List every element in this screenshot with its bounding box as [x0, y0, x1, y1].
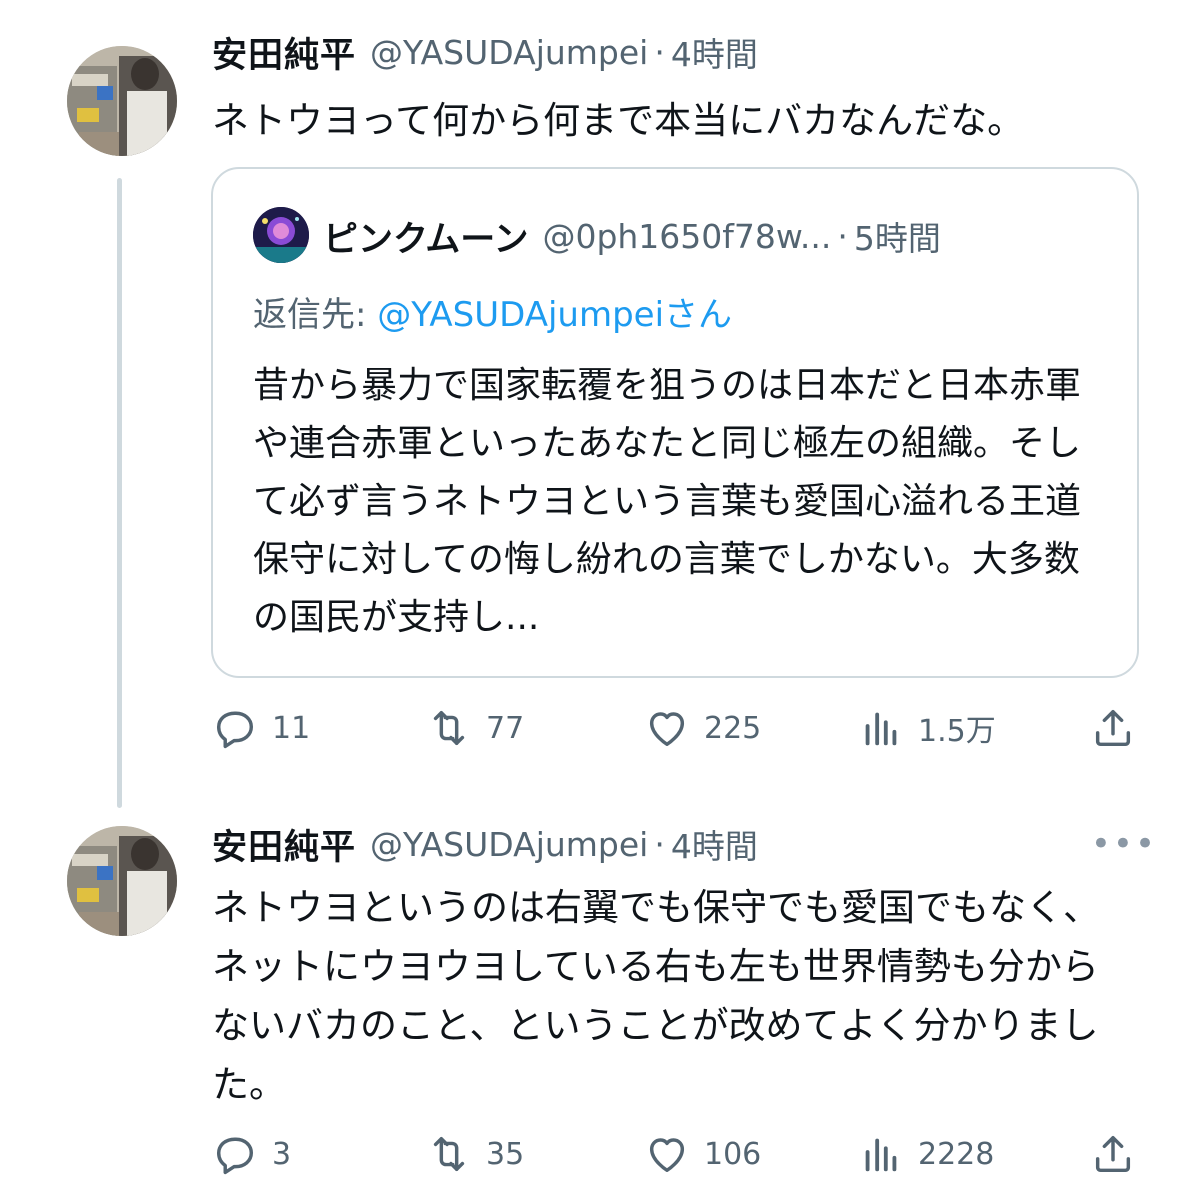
retweet-count: 35: [486, 1136, 525, 1172]
tweet1-text: ネトウヨって何から何まで本当にバカなんだな。: [212, 99, 1025, 142]
tweet1-header: 安田純平 @YASUDAjumpei · 4時間: [212, 28, 758, 76]
retweet-icon: [433, 710, 465, 746]
like-count: 106: [704, 1136, 762, 1172]
tweet1-actions: 11 77 225 1.5万: [212, 698, 1142, 758]
retweet-icon: [433, 1136, 465, 1172]
quoted-display-name[interactable]: ピンクムーン: [323, 211, 528, 262]
display-name[interactable]: 安田純平: [212, 27, 356, 78]
reply-prefix: 返信先:: [253, 295, 378, 335]
quoted-header: ピンクムーン @0ph1650f78w... · 5時間: [323, 211, 941, 262]
views-button[interactable]: 2228: [858, 1124, 994, 1184]
timestamp[interactable]: 4時間: [671, 820, 758, 868]
like-button[interactable]: 225: [644, 698, 761, 758]
quoted-timestamp[interactable]: 5時間: [854, 212, 941, 260]
reply-button[interactable]: 11: [212, 698, 310, 758]
user-handle[interactable]: @YASUDAjumpei: [370, 825, 648, 864]
retweet-count: 77: [486, 710, 525, 746]
retweet-button[interactable]: 77: [426, 698, 524, 758]
share-button[interactable]: [1090, 698, 1136, 758]
like-icon: [649, 1138, 685, 1173]
avatar-photo: [67, 46, 177, 156]
like-button[interactable]: 106: [644, 1124, 761, 1184]
like-count: 225: [704, 710, 762, 746]
views-icon: [865, 712, 897, 746]
views-count: 1.5万: [918, 714, 996, 749]
quoted-tweet[interactable]: ピンクムーン @0ph1650f78w... · 5時間 返信先: @YASUD…: [211, 167, 1139, 678]
quoted-avatar-photo: [253, 207, 309, 263]
separator-dot: ·: [654, 824, 665, 864]
separator-dot: ·: [837, 216, 848, 256]
share-button[interactable]: [1090, 1124, 1136, 1184]
avatar[interactable]: [67, 826, 177, 936]
views-button[interactable]: 1.5万: [858, 698, 996, 758]
quoted-tweet-text: 昔から暴力で国家転覆を狙うのは日本だと日本赤軍や連合赤軍といったあなたと同じ極左…: [253, 365, 1082, 638]
avatar-photo: [67, 826, 177, 936]
user-handle[interactable]: @YASUDAjumpei: [370, 33, 648, 72]
tweet2-actions: 3 35 106 2228: [212, 1124, 1142, 1184]
retweet-button[interactable]: 35: [426, 1124, 524, 1184]
reply-count: 3: [272, 1136, 292, 1172]
tweet2-header: 安田純平 @YASUDAjumpei · 4時間: [212, 820, 758, 868]
more-icon[interactable]: •••: [1091, 827, 1157, 861]
reply-mention-link[interactable]: @YASUDAjumpei: [377, 295, 664, 335]
reply-button[interactable]: 3: [212, 1124, 291, 1184]
reply-suffix: さん: [664, 295, 733, 335]
separator-dot: ·: [654, 32, 665, 72]
share-icon: [1095, 709, 1131, 747]
views-count: 2228: [918, 1136, 995, 1172]
reply-icon: [216, 711, 254, 749]
like-icon: [649, 712, 685, 747]
display-name[interactable]: 安田純平: [212, 819, 356, 870]
reply-count: 11: [272, 710, 311, 746]
views-icon: [865, 1138, 897, 1172]
thread-connector: [117, 178, 122, 808]
reply-context: 返信先: @YASUDAjumpeiさん: [253, 287, 732, 336]
share-icon: [1095, 1135, 1131, 1173]
tweet2-text: ネトウヨというのは右翼でも保守でも愛国でもなく、ネットにウヨウヨしている右も左も…: [212, 886, 1100, 1106]
avatar[interactable]: [67, 46, 177, 156]
quoted-avatar: [253, 207, 309, 263]
timestamp[interactable]: 4時間: [671, 28, 758, 76]
reply-icon: [216, 1137, 254, 1175]
quoted-user-handle[interactable]: @0ph1650f78w...: [542, 217, 831, 256]
